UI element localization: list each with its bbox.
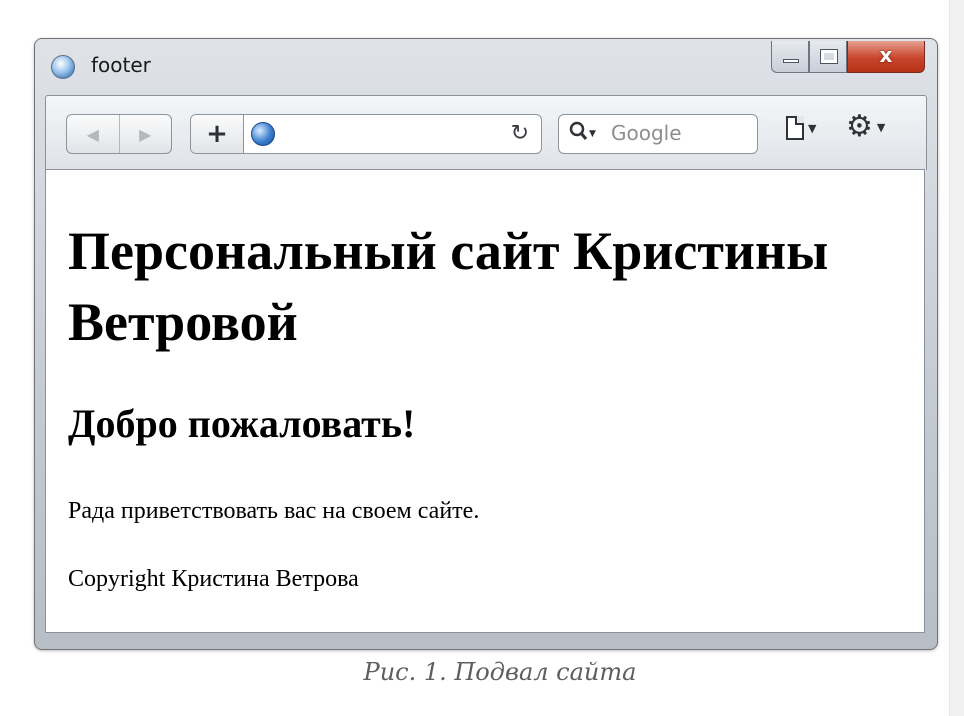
browser-window: footer x ◀ ▶ + ↻ ▼ Google ▼ ⚙ ▼ Персонал… [34,38,938,650]
gear-icon: ⚙ [846,109,873,144]
welcome-paragraph: Рада приветствовать вас на своем сайте. [68,498,480,524]
reload-icon[interactable]: ↻ [511,121,529,146]
site-footer: Copyright Кристина Ветрова [68,566,359,592]
forward-arrow-icon: ▶ [139,124,152,144]
settings-menu-button[interactable]: ⚙ ▼ [846,112,885,142]
minimize-icon [783,59,799,63]
globe-icon [251,122,275,146]
chevron-down-icon: ▼ [808,121,817,135]
add-bookmark-button[interactable]: + [191,115,244,153]
back-button[interactable]: ◀ [67,115,119,153]
navigation-buttons: ◀ ▶ [66,114,172,154]
safari-icon [51,55,75,79]
search-icon[interactable] [569,121,589,148]
window-title: footer [91,53,151,77]
address-bar[interactable]: + ↻ [190,114,542,154]
page-heading: Персональный сайт Кристины Ветровой [68,221,829,352]
page-content: Персональный сайт Кристины Ветровой Добр… [45,169,925,633]
maximize-icon [820,49,838,64]
back-arrow-icon: ◀ [86,124,99,144]
figure-caption: Рис. 1. Подвал сайта [363,658,637,686]
title-bar: footer x [35,39,937,93]
forward-button[interactable]: ▶ [118,115,172,153]
search-input[interactable] [611,121,751,145]
minimize-button[interactable] [771,41,809,73]
window-controls: x [771,41,925,75]
page-scrollbar[interactable] [949,0,964,716]
page: footer x ◀ ▶ + ↻ ▼ Google ▼ ⚙ ▼ Персонал… [0,0,964,716]
maximize-button[interactable] [809,41,847,73]
page-icon [786,116,804,140]
page-menu-button[interactable]: ▼ [786,116,816,140]
close-button[interactable]: x [847,41,925,73]
search-dropdown-icon[interactable]: ▼ [589,129,596,139]
close-icon: x [879,43,893,67]
search-box[interactable]: ▼ [558,114,758,154]
welcome-heading: Добро пожаловать! [68,401,416,446]
chevron-down-icon: ▼ [876,120,886,134]
browser-toolbar: ◀ ▶ + ↻ ▼ Google ▼ ⚙ ▼ [45,95,927,170]
plus-icon: + [206,119,228,149]
